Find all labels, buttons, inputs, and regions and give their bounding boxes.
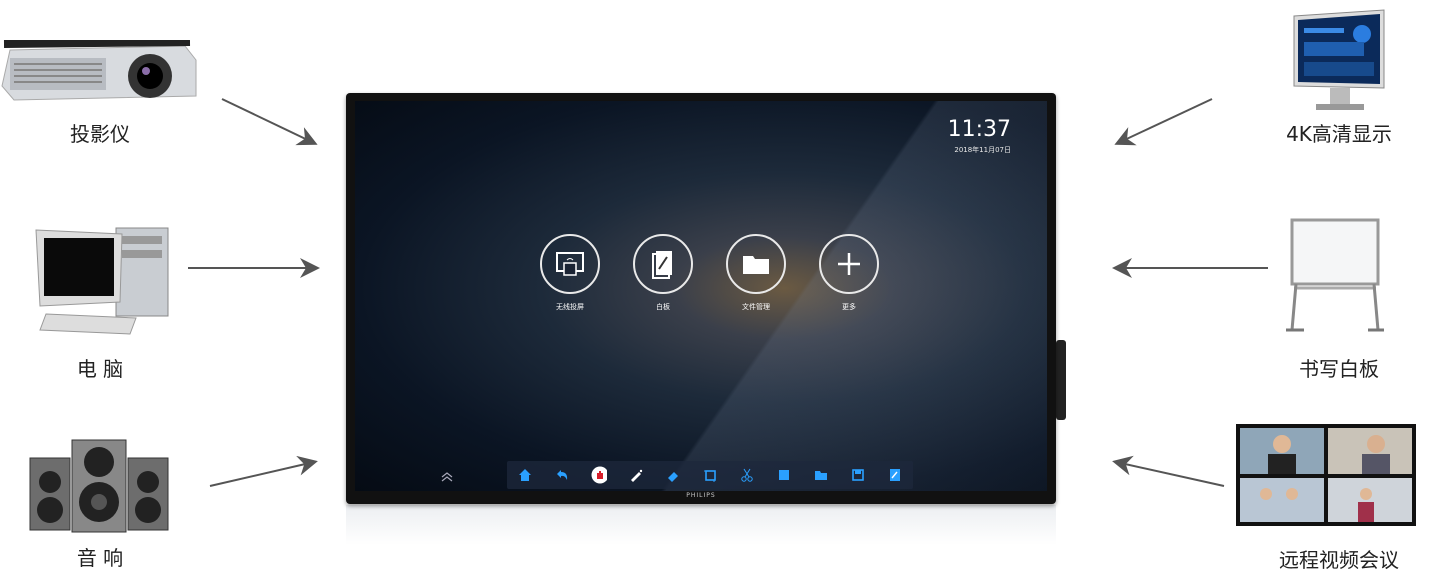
app-whiteboard[interactable]: 白板	[631, 234, 695, 312]
expand-up-icon[interactable]	[440, 469, 454, 483]
plus-icon	[838, 253, 860, 275]
projector-label: 投影仪	[70, 122, 130, 146]
app-more[interactable]: 更多	[817, 234, 881, 312]
interactive-display: 11:37 2018年11月07日 无线投屏 白板 文件管理 更多 PHILIP…	[346, 93, 1056, 504]
home-icon[interactable]	[517, 467, 533, 483]
computer-image	[35, 227, 169, 335]
display4k-image	[1293, 9, 1385, 110]
projector-image	[1, 40, 197, 101]
videoconf-image	[1236, 424, 1416, 526]
app-label: 更多	[842, 303, 856, 311]
app-wireless-cast[interactable]: 无线投屏	[538, 234, 602, 312]
speakers-label: 音 响	[76, 546, 124, 570]
whiteboard-label: 书写白板	[1299, 357, 1379, 381]
eraser-icon[interactable]	[665, 467, 681, 483]
folder-icon[interactable]	[813, 467, 829, 483]
app-file-manager[interactable]: 文件管理	[724, 234, 788, 312]
square-icon[interactable]	[776, 467, 792, 483]
folder-icon	[743, 256, 769, 274]
edit-file-icon[interactable]	[887, 467, 903, 483]
stylus-pen	[1056, 340, 1066, 420]
clock-date: 2018年11月07日	[954, 146, 1011, 154]
app-label: 白板	[656, 303, 670, 311]
crop-icon[interactable]	[702, 467, 718, 483]
arrow-speakers	[209, 455, 318, 487]
hand-icon[interactable]	[591, 466, 608, 484]
brand-logo: PHILIPS	[686, 492, 716, 499]
clock-time: 11:37	[947, 117, 1011, 142]
arrow-videoconf	[1112, 455, 1225, 487]
speakers-image	[29, 439, 169, 533]
save-icon[interactable]	[850, 467, 866, 483]
arrow-projector	[221, 98, 318, 146]
scissors-icon[interactable]	[739, 467, 755, 483]
display4k-label: 4K高清显示	[1286, 122, 1392, 146]
whiteboard-icon	[652, 251, 672, 279]
undo-icon[interactable]	[554, 467, 570, 483]
app-label: 文件管理	[742, 303, 770, 311]
display-reflection	[346, 505, 1056, 545]
annotation-toolbar	[507, 461, 913, 489]
cast-screen-icon	[556, 252, 584, 276]
pen-icon[interactable]	[628, 467, 644, 483]
computer-label: 电 脑	[76, 357, 124, 381]
app-label: 无线投屏	[556, 303, 584, 311]
display-screen: 11:37 2018年11月07日 无线投屏 白板 文件管理 更多	[355, 101, 1047, 491]
whiteboard-image	[1286, 218, 1384, 332]
arrow-display4k	[1114, 98, 1213, 146]
